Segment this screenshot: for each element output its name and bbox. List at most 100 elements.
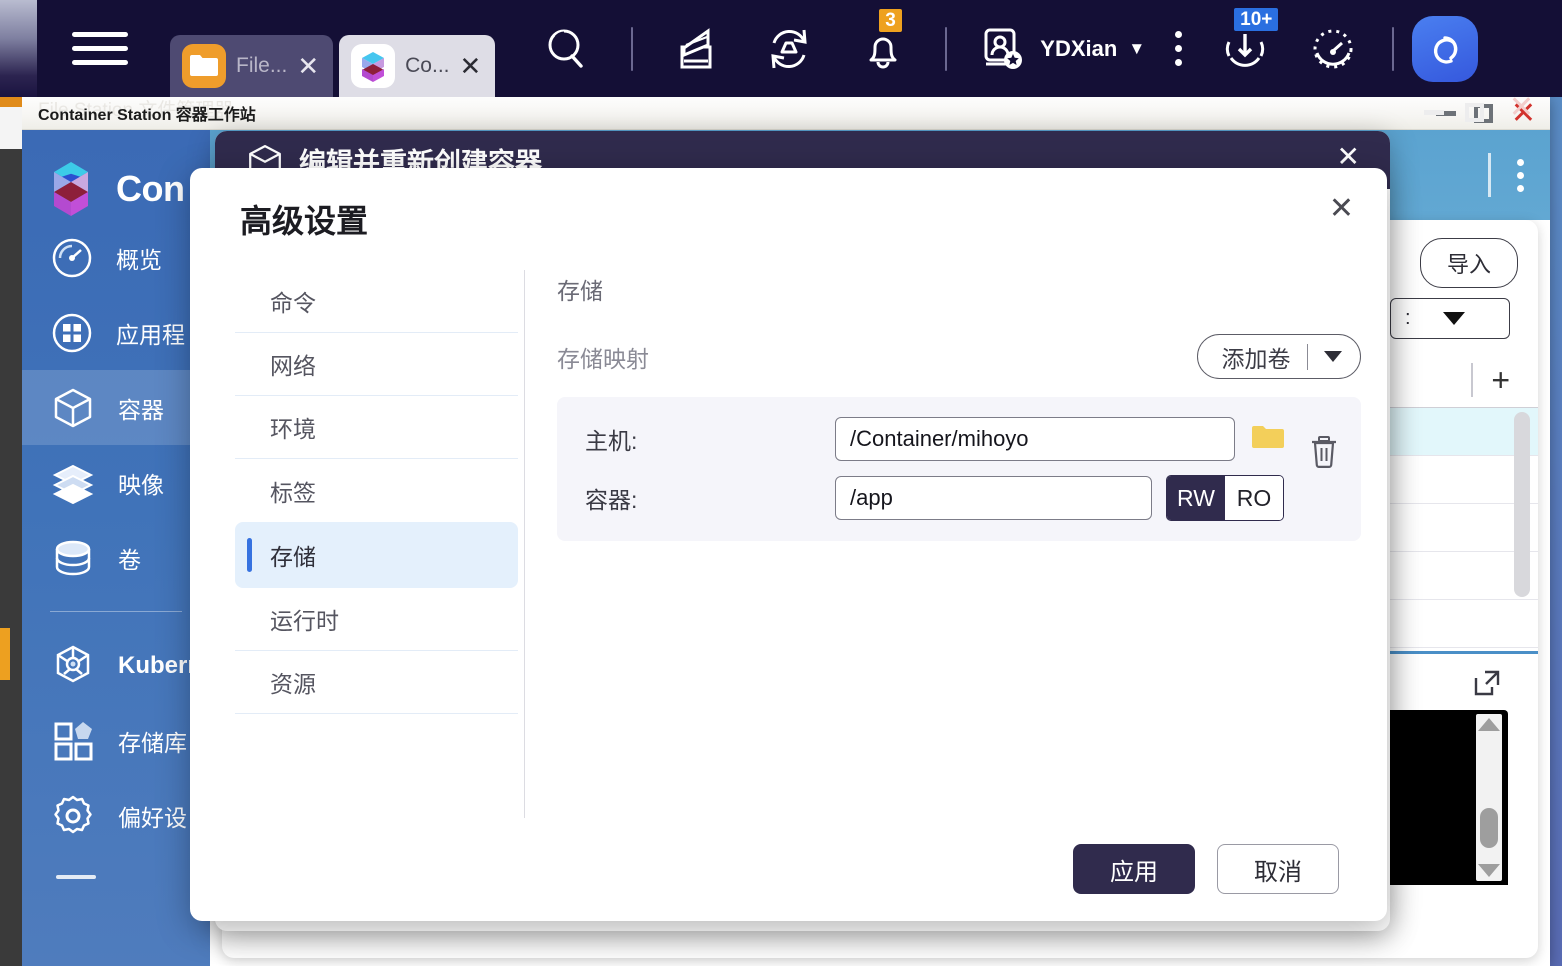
container-station-sidebar: Con 概览 应用程 容器 映像 卷 Kubern 存储库 偏好设 [10,130,210,966]
scroll-up-icon[interactable] [1478,718,1500,731]
close-icon[interactable]: ✕ [297,53,319,79]
terminal-scrollbar[interactable] [1476,714,1502,881]
browse-folder-button[interactable] [1251,423,1285,456]
folder-icon [182,44,226,88]
delete-volume-button[interactable] [1309,435,1339,474]
sidebar-item-label: 卷 [118,546,141,573]
storage-settings-content: 存储 存储映射 添加卷 主机: /Container/mihoyo 容器: /a… [525,270,1387,818]
add-volume-button[interactable]: 添加卷 [1196,334,1361,379]
tab-label: 标签 [270,479,316,506]
background-accent-strip-2 [0,628,10,680]
back-dialog-close-button[interactable]: ✕ [1337,143,1360,171]
qnap-cloud-icon[interactable] [1412,15,1479,82]
cancel-button[interactable]: 取消 [1217,844,1339,894]
sidebar-item-label: 存储库 [118,729,187,756]
add-container-button[interactable]: + [1491,364,1510,396]
access-mode-rw[interactable]: RW [1167,476,1225,520]
sidebar-item-label: 偏好设 [118,804,187,831]
tab-storage[interactable]: 存储 [235,522,518,588]
tab-label: File... [236,54,288,77]
tab-network[interactable]: 网络 [235,333,518,396]
resource-monitor-icon[interactable] [1306,22,1360,76]
advanced-settings-nav: 命令 网络 环境 标签 存储 运行时 资源 [190,270,525,818]
sidebar-item-preferences[interactable]: 偏好设 [10,778,210,853]
settings-gear-icon [54,795,92,833]
taskbar-separator [1392,26,1395,71]
table-scrollbar[interactable] [1514,412,1530,597]
scrollbar-thumb[interactable] [1480,807,1498,848]
kubernetes-icon [56,645,90,682]
apps-grid-icon [52,313,92,352]
backup-sync-icon[interactable] [761,21,817,77]
user-menu[interactable]: YDXian ▼ [975,22,1145,76]
gauge-icon [52,238,92,277]
tab-label: 环境 [270,416,316,442]
qts-taskbar: File... ✕ Co... ✕ 3 YDXian ▼ 10+ [0,0,1562,97]
chevron-down-icon[interactable] [1324,351,1342,362]
sidebar-item-volumes[interactable]: 卷 [10,520,210,595]
main-menu-button[interactable] [72,24,128,74]
notification-bell-icon[interactable]: 3 [857,8,909,75]
tab-label: 命令 [270,290,316,316]
storage-icon[interactable] [671,23,723,75]
host-path-input[interactable] [835,417,1235,461]
container-station-logo-icon [54,162,88,216]
chevron-down-icon: ▼ [1128,38,1146,58]
sidebar-item-images[interactable]: 映像 [10,445,210,520]
taskbar-separator [945,26,948,71]
taskbar-tab-file-station[interactable]: File... ✕ [170,35,334,97]
window-controls: ✕ ✕ [1424,91,1536,130]
tab-label: 运行时 [270,608,339,634]
user-avatar-icon [984,28,1023,69]
more-options-icon[interactable] [1175,31,1183,66]
folder-icon [1252,425,1284,448]
container-station-icon [351,44,396,88]
sidebar-item-containers[interactable]: 容器 [10,370,210,445]
close-icon[interactable]: ✕ [460,53,482,79]
trash-icon [1312,436,1336,469]
search-icon[interactable] [541,23,593,75]
sidebar-item-registry[interactable]: 存储库 [10,703,210,778]
import-button[interactable]: 导入 [1419,238,1518,288]
tab-labels[interactable]: 标签 [235,459,518,522]
sidebar-item-applications[interactable]: 应用程 [10,295,210,370]
tab-environment[interactable]: 环境 [235,396,518,459]
topbar-separator [1488,153,1491,197]
advanced-settings-dialog: ✕ 高级设置 命令 网络 环境 标签 存储 运行时 资源 存储 存储映射 添加卷… [190,168,1387,921]
ghost-maximize-icon [1465,103,1484,122]
background-window-strip [0,107,22,149]
tab-command[interactable]: 命令 [235,270,518,333]
volume-fields: 主机: 容器: RW RO [585,417,1285,521]
hamburger-line [72,60,128,65]
download-manager-icon[interactable]: 10+ [1218,7,1279,76]
apply-button[interactable]: 应用 [1073,844,1195,894]
external-link-icon [1474,670,1500,696]
host-path-label: 主机: [585,428,638,454]
background-window-edge [0,148,22,966]
scroll-down-icon[interactable] [1478,864,1500,877]
hamburger-line [72,32,128,37]
ghost-minimize-icon [1424,110,1444,115]
repository-icon [54,721,93,760]
taskbar-tab-container-station[interactable]: Co... ✕ [339,35,496,97]
sidebar-item-label: 映像 [118,471,164,498]
sidebar-item-overview[interactable]: 概览 [10,220,210,295]
sidebar-item-label: 容器 [118,396,164,423]
sidebar-collapse-indicator[interactable] [56,875,96,879]
tab-label: 存储 [270,544,316,570]
sidebar-item-kubernetes[interactable]: Kubern [10,628,210,703]
access-mode-toggle: RW RO [1166,475,1284,521]
host-path-row: 主机: [585,417,1285,461]
topbar-more-options-icon[interactable] [1517,158,1524,192]
notification-count-badge: 3 [879,8,902,33]
advanced-dialog-close-button[interactable]: ✕ [1329,194,1354,224]
ghost-close-icon: ✕ [1508,91,1534,124]
sidebar-item-label: 概览 [116,246,162,273]
volume-mapping-card: 主机: 容器: RW RO [557,397,1361,541]
container-path-label: 容器: [585,487,638,513]
tab-runtime[interactable]: 运行时 [235,588,518,651]
access-mode-ro[interactable]: RO [1225,476,1283,520]
container-path-input[interactable] [835,476,1152,520]
filter-select[interactable]: : [1390,298,1510,339]
tab-resources[interactable]: 资源 [235,651,518,714]
